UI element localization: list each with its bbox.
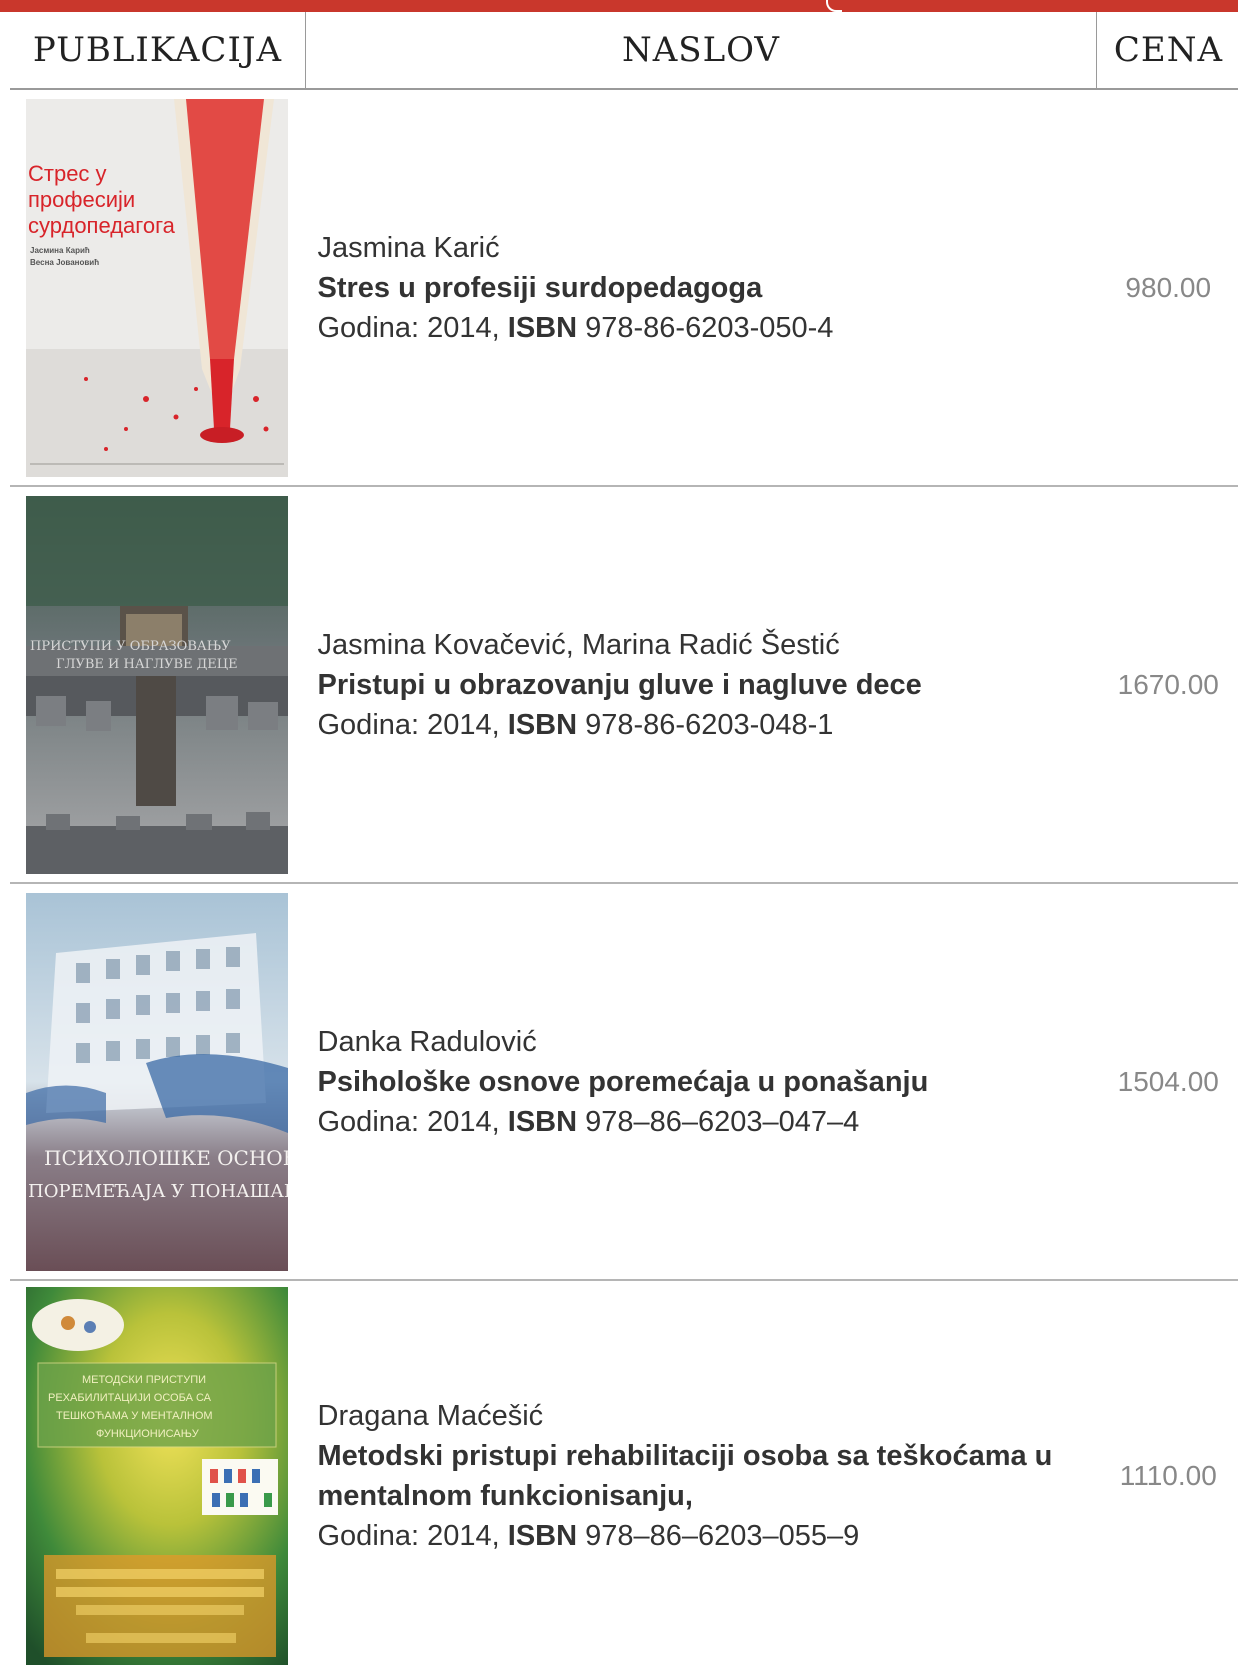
book-price: 980.00 [1097,89,1238,486]
cover-text: МЕТОДСКИ ПРИСТУПИ [82,1374,206,1386]
book-price: 1670.00 [1097,486,1238,883]
cover-text: ПСИХОЛОШКЕ ОСНОВЕ [44,1146,288,1170]
isbn-label: ISBN [508,1520,577,1552]
column-header-title: NASLOV [306,12,1097,89]
book-price: 1504.00 [1097,883,1238,1280]
book-cover-image[interactable]: МЕТОДСКИ ПРИСТУПИ РЕХАБИЛИТАЦИЈИ ОСОБА С… [26,1287,288,1665]
column-header-price: CENA [1097,12,1238,89]
book-price: 1110.00 [1097,1280,1238,1671]
book-cover-image[interactable]: ПСИХОЛОШКЕ ОСНОВЕ ПОРЕМЕЋАЈА У ПОНАШАЊУ [26,893,288,1271]
cover-text: ПОРЕМЕЋАЈА У ПОНАШАЊУ [28,1181,288,1202]
cover-text: професији [28,187,135,212]
cover-text: Стрес у [28,161,107,186]
book-meta: Godina: 2014, ISBN 978-86-6203-050-4 [318,308,1097,348]
column-header-publication: PUBLIKACIJA [10,12,306,89]
book-title[interactable]: Pristupi u obrazovanju gluve i nagluve d… [318,665,1097,705]
book-year: Godina: 2014, [318,1106,500,1138]
cover-text: сурдопедагога [28,213,176,238]
isbn-label: ISBN [508,709,577,741]
table-row: ПРИСТУПИ У ОБРАЗОВАЊУ ГЛУВЕ И НАГЛУВЕ ДЕ… [10,486,1238,883]
cover-text: ФУНКЦИОНИСАЊУ [96,1428,200,1440]
book-year: Godina: 2014, [318,312,500,344]
cover-text: ГЛУВЕ И НАГЛУВЕ ДЕЦЕ [56,657,238,672]
book-year: Godina: 2014, [318,1520,500,1552]
book-isbn: 978–86–6203–047–4 [585,1106,859,1138]
top-accent-bar [0,0,1238,12]
book-isbn: 978-86-6203-050-4 [585,312,833,344]
cover-text: РЕХАБИЛИТАЦИЈИ ОСОБА СА [48,1392,212,1404]
cover-text: Јасмина Карић [30,246,90,255]
cover-text: Весна Јовановић [30,258,99,267]
book-title[interactable]: Metodski pristupi rehabilitaciji osoba s… [318,1436,1097,1516]
book-isbn: 978-86-6203-048-1 [585,709,833,741]
table-header-row: PUBLIKACIJA NASLOV CENA [10,12,1238,89]
book-year: Godina: 2014, [318,709,500,741]
book-cover-image[interactable]: Стрес у професији сурдопедагога Јасмина … [26,99,288,477]
decorative-flourish [826,0,842,12]
cover-text: ПРИСТУПИ У ОБРАЗОВАЊУ [30,639,231,654]
book-author: Jasmina Kovačević, Marina Radić Šestić [318,625,1097,665]
cover-text: ТЕШКОЋАМА У МЕНТАЛНОМ [56,1410,213,1422]
book-title[interactable]: Psihološke osnove poremećaja u ponašanju [318,1062,1097,1102]
isbn-label: ISBN [508,312,577,344]
book-author: Dragana Maćešić [318,1396,1097,1436]
book-author: Jasmina Karić [318,228,1097,268]
table-row: ПСИХОЛОШКЕ ОСНОВЕ ПОРЕМЕЋАЈА У ПОНАШАЊУ … [10,883,1238,1280]
book-author: Danka Radulović [318,1022,1097,1062]
book-meta: Godina: 2014, ISBN 978–86–6203–047–4 [318,1102,1097,1142]
book-meta: Godina: 2014, ISBN 978–86–6203–055–9 [318,1516,1097,1556]
book-title[interactable]: Stres u profesiji surdopedagoga [318,268,1097,308]
table-row: Стрес у професији сурдопедагога Јасмина … [10,89,1238,486]
book-isbn: 978–86–6203–055–9 [585,1520,859,1552]
book-cover-image[interactable]: ПРИСТУПИ У ОБРАЗОВАЊУ ГЛУВЕ И НАГЛУВЕ ДЕ… [26,496,288,874]
book-meta: Godina: 2014, ISBN 978-86-6203-048-1 [318,705,1097,745]
isbn-label: ISBN [508,1106,577,1138]
table-row: МЕТОДСКИ ПРИСТУПИ РЕХАБИЛИТАЦИЈИ ОСОБА С… [10,1280,1238,1671]
publications-table: PUBLIKACIJA NASLOV CENA [10,12,1238,1671]
